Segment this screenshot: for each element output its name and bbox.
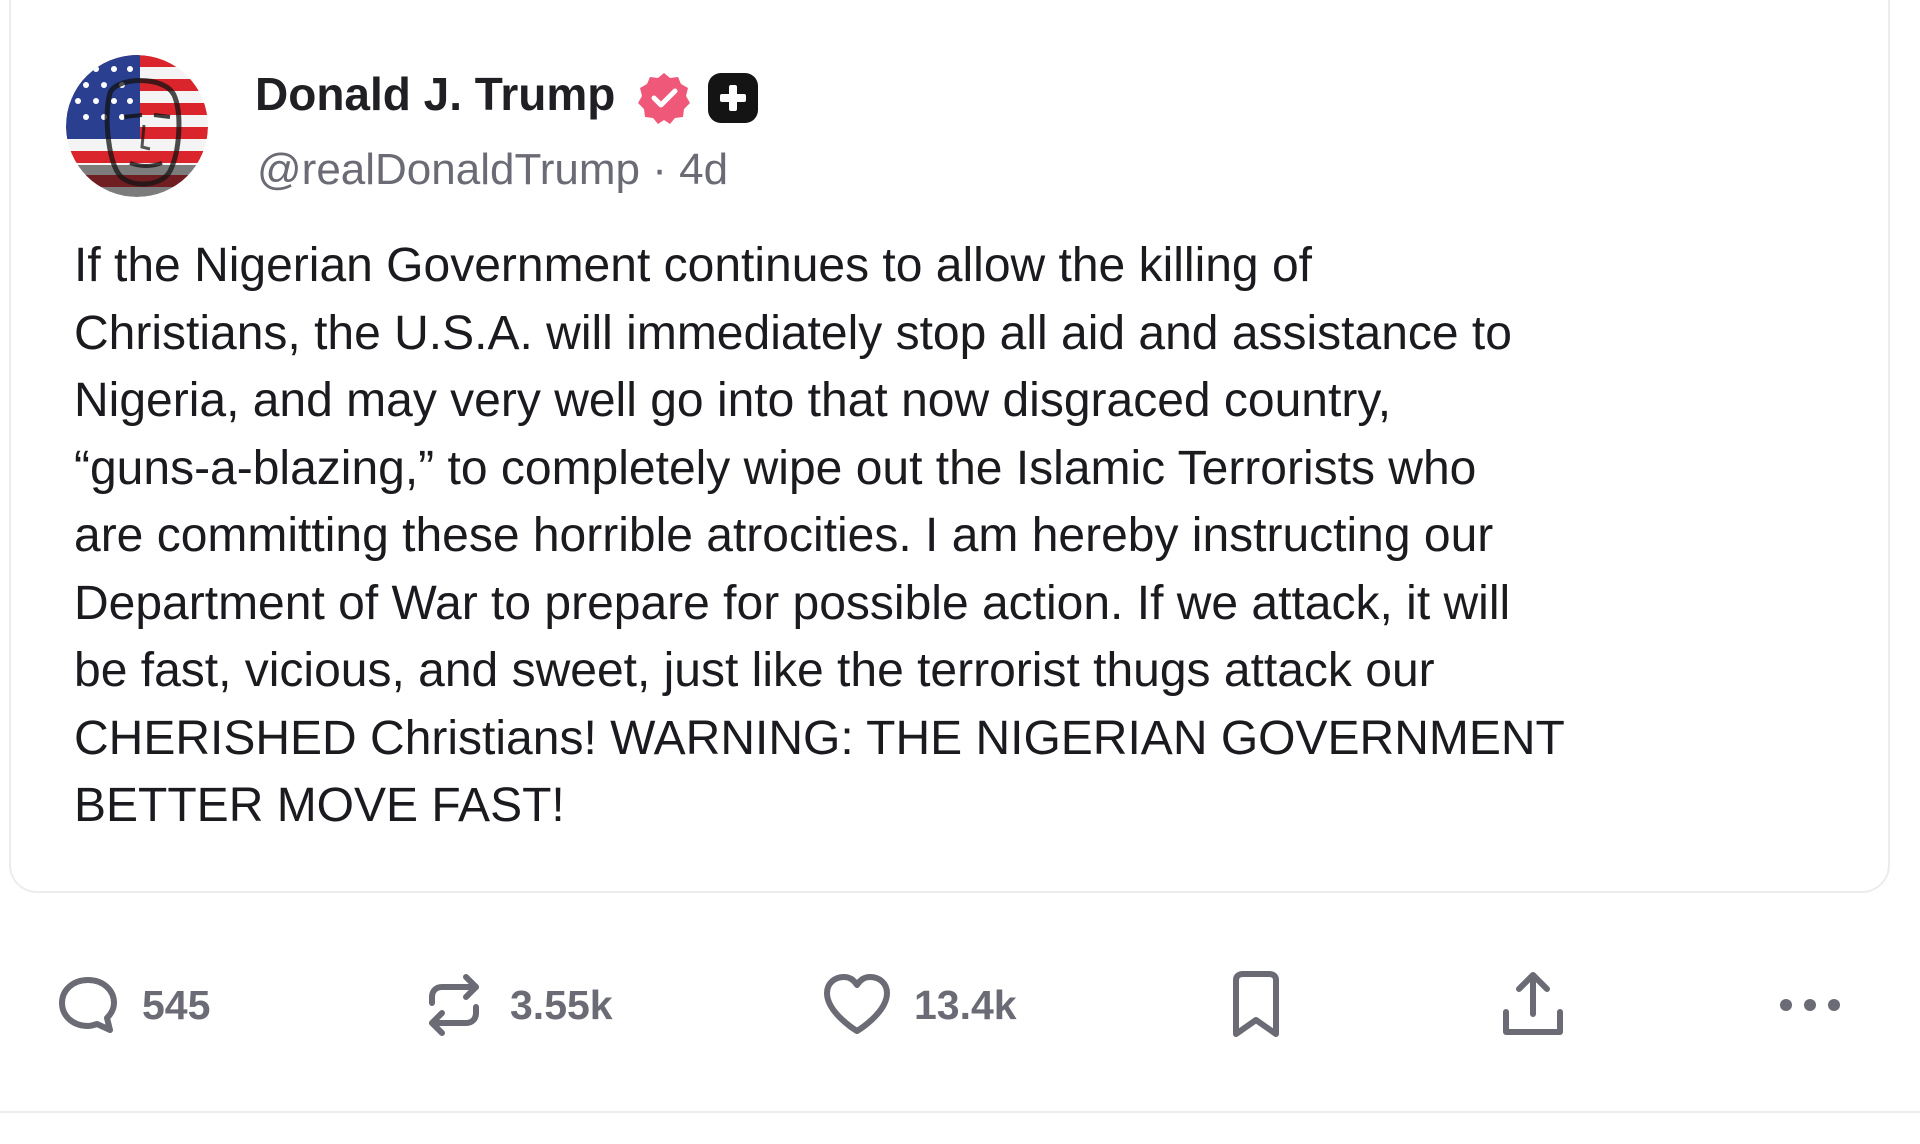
repost-count: 3.55k — [510, 981, 613, 1028]
share-icon — [1503, 972, 1563, 1035]
post-line: “guns-a-blazing,” to completely wipe out… — [74, 441, 1477, 495]
author-avatar[interactable] — [66, 55, 208, 197]
bookmark-icon — [1233, 971, 1279, 1037]
post-line: If the Nigerian Government continues to … — [74, 239, 1312, 292]
author-handle[interactable]: @realDonaldTrump — [257, 145, 640, 194]
post-view: Donald J. Trump @realDonaldTrump · 4d If… — [0, 0, 1920, 1144]
post-line: BETTER MOVE FAST! — [74, 779, 565, 832]
more-icon — [1780, 999, 1840, 1011]
author-display-name[interactable]: Donald J. Trump — [255, 66, 615, 122]
reply-button[interactable]: 545 — [56, 960, 210, 1050]
post-line: CHERISHED Christians! WARNING: THE NIGER… — [74, 711, 1565, 765]
repost-icon — [429, 974, 479, 1036]
like-count: 13.4k — [914, 981, 1017, 1028]
post-actions-bar: 545 3.55k 13.4k — [0, 960, 1920, 1050]
more-options-button[interactable] — [1778, 960, 1842, 1050]
post-line: Christians, the U.S.A. will immediately … — [74, 306, 1512, 360]
heart-icon — [824, 974, 890, 1034]
reply-count: 545 — [142, 981, 211, 1028]
post-time[interactable]: 4d — [679, 145, 728, 194]
verified-badge-icon — [637, 71, 691, 125]
avatar-image — [66, 55, 208, 197]
post-line: are committing these horrible atrocities… — [74, 509, 1494, 562]
meta-separator: · — [652, 145, 667, 194]
post-line: Nigeria, and may very well go into that … — [74, 374, 1392, 427]
post-card: Donald J. Trump @realDonaldTrump · 4d If… — [9, 0, 1890, 893]
post-divider — [0, 1111, 1920, 1113]
post-line: be fast, vicious, and sweet, just like t… — [74, 644, 1435, 697]
post-line: Department of War to prepare for possibl… — [74, 576, 1511, 630]
author-meta: @realDonaldTrump · 4d — [257, 143, 728, 197]
repost-button[interactable]: 3.55k — [420, 960, 613, 1050]
bookmark-button[interactable] — [1228, 960, 1284, 1050]
share-button[interactable] — [1500, 960, 1566, 1050]
reply-icon — [59, 977, 117, 1033]
like-button[interactable]: 13.4k — [822, 960, 1017, 1050]
plus-badge-icon — [708, 73, 758, 123]
post-body: If the Nigerian Government continues to … — [74, 232, 1854, 840]
